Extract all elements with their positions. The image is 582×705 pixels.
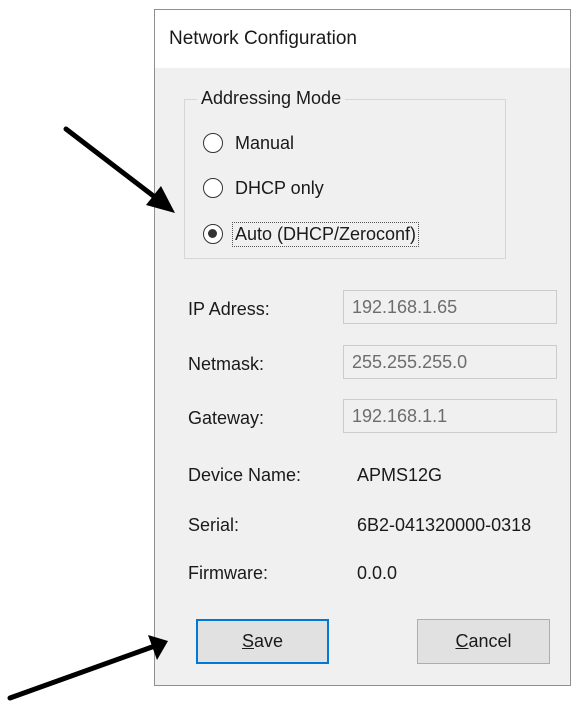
annotation-arrows xyxy=(7,126,175,701)
screenshot-stage: Network Configuration Addressing Mode Ma… xyxy=(0,0,582,705)
arrow-to-save-button-icon xyxy=(7,635,168,701)
arrow-to-addressing-mode-icon xyxy=(63,126,175,213)
